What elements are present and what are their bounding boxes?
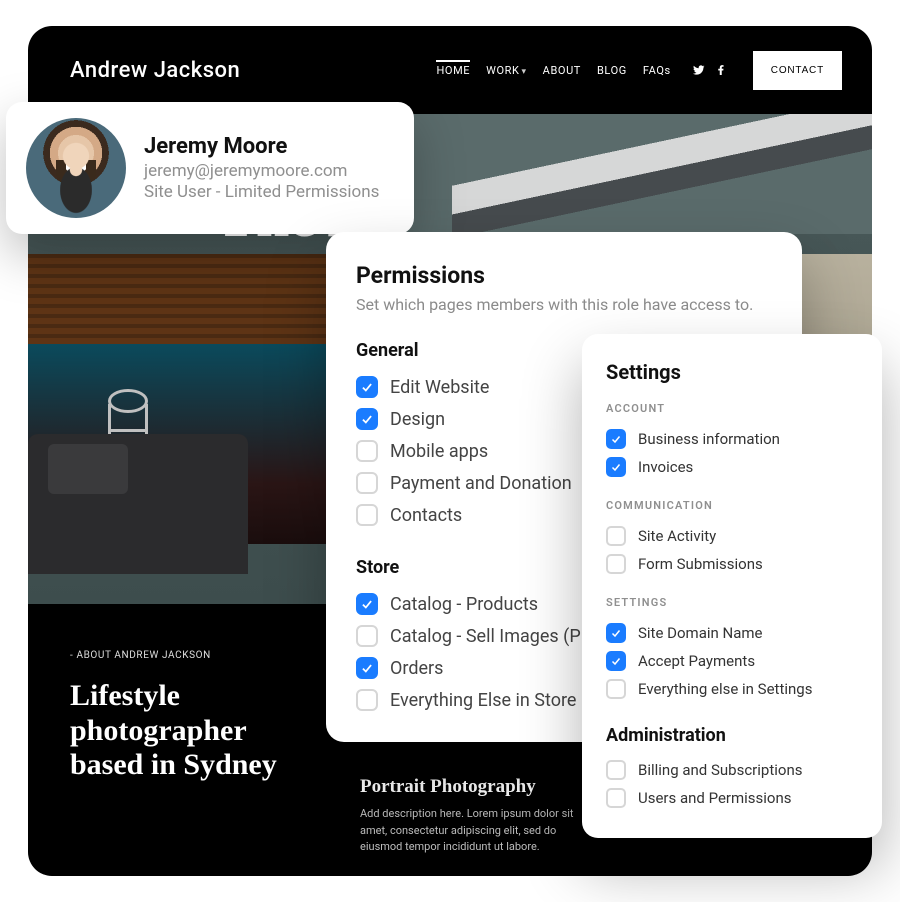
chevron-down-icon: ▾ [522, 67, 527, 77]
settings-item: Accept Payments [606, 647, 858, 675]
perm-item-label: Everything Else in Store [390, 690, 576, 711]
checkbox[interactable] [356, 408, 378, 430]
about-eyebrow: - ABOUT ANDREW JACKSON [70, 650, 320, 661]
nav-home[interactable]: HOME [436, 60, 470, 81]
admin-item-label: Billing and Subscriptions [638, 761, 802, 779]
settings-item-label: Form Submissions [638, 555, 763, 573]
administration-title: Administration [606, 725, 858, 746]
twitter-icon[interactable] [693, 61, 705, 80]
user-name: Jeremy Moore [144, 134, 379, 159]
settings-panel: Settings ACCOUNT Business information Invo… [582, 334, 882, 838]
settings-item: Business information [606, 425, 858, 453]
avatar [26, 118, 126, 218]
settings-group-label: ACCOUNT [606, 402, 858, 415]
about-heading: Lifestyle photographer based in Sydney [70, 679, 320, 783]
settings-group-label: SETTINGS [606, 596, 858, 609]
about-column: - ABOUT ANDREW JACKSON Lifestyle photogr… [70, 650, 320, 852]
main-nav: HOME WORK▾ ABOUT BLOG FAQs CONTACT [436, 51, 842, 90]
perm-item-label: Catalog - Products [390, 594, 538, 615]
settings-item: Site Domain Name [606, 619, 858, 647]
checkbox[interactable] [606, 457, 626, 477]
nav-work-label: WORK [486, 64, 519, 77]
checkbox[interactable] [356, 440, 378, 462]
checkbox[interactable] [606, 526, 626, 546]
settings-item: Form Submissions [606, 550, 858, 578]
settings-item: Invoices [606, 453, 858, 481]
administration-items: Billing and Subscriptions Users and Permi… [606, 756, 858, 812]
topbar: Andrew Jackson HOME WORK▾ ABOUT BLOG FAQ… [28, 26, 872, 114]
user-card: Jeremy Moore jeremy@jeremymoore.com Site… [6, 102, 414, 234]
perm-item-label: Design [390, 409, 445, 430]
checkbox[interactable] [606, 429, 626, 449]
perm-item-label: Contacts [390, 505, 462, 526]
settings-item-label: Accept Payments [638, 652, 755, 670]
nav-work[interactable]: WORK▾ [486, 60, 527, 81]
perm-item-label: Payment and Donation [390, 473, 572, 494]
admin-item: Users and Permissions [606, 784, 858, 812]
user-email: jeremy@jeremymoore.com [144, 161, 379, 181]
checkbox[interactable] [606, 651, 626, 671]
checkbox[interactable] [606, 623, 626, 643]
checkbox[interactable] [606, 760, 626, 780]
settings-item-label: Site Activity [638, 527, 716, 545]
checkbox[interactable] [356, 472, 378, 494]
settings-item: Site Activity [606, 522, 858, 550]
nav-about[interactable]: ABOUT [543, 60, 581, 81]
checkbox[interactable] [356, 504, 378, 526]
settings-item-label: Site Domain Name [638, 624, 762, 642]
nav-faqs[interactable]: FAQs [643, 60, 671, 81]
facebook-icon[interactable] [715, 61, 727, 80]
portrait-desc: Add description here. Lorem ipsum dolor … [360, 806, 590, 856]
checkbox[interactable] [356, 625, 378, 647]
permissions-subtitle: Set which pages members with this role h… [356, 295, 772, 314]
social-icons [693, 61, 727, 80]
settings-title: Settings [606, 360, 858, 384]
settings-item-label: Invoices [638, 458, 693, 476]
contact-button[interactable]: CONTACT [753, 51, 842, 90]
settings-item-label: Business information [638, 430, 780, 448]
settings-group-label: COMMUNICATION [606, 499, 858, 512]
checkbox[interactable] [356, 657, 378, 679]
checkbox[interactable] [606, 554, 626, 574]
checkbox[interactable] [606, 788, 626, 808]
settings-item-label: Everything else in Settings [638, 680, 812, 698]
nav-blog[interactable]: BLOG [597, 60, 627, 81]
settings-item: Everything else in Settings [606, 675, 858, 703]
checkbox[interactable] [606, 679, 626, 699]
user-role: Site User - Limited Permissions [144, 182, 379, 202]
checkbox[interactable] [356, 376, 378, 398]
settings-groups: ACCOUNT Business information Invoices COMMU… [606, 402, 858, 703]
admin-item-label: Users and Permissions [638, 789, 792, 807]
perm-item-label: Mobile apps [390, 441, 488, 462]
permissions-title: Permissions [356, 262, 772, 289]
checkbox[interactable] [356, 689, 378, 711]
admin-item: Billing and Subscriptions [606, 756, 858, 784]
checkbox[interactable] [356, 593, 378, 615]
site-name: Andrew Jackson [70, 58, 240, 83]
perm-item-label: Catalog - Sell Images (P [390, 626, 581, 647]
perm-item-label: Orders [390, 658, 443, 679]
perm-item-label: Edit Website [390, 377, 489, 398]
user-info: Jeremy Moore jeremy@jeremymoore.com Site… [144, 134, 379, 202]
